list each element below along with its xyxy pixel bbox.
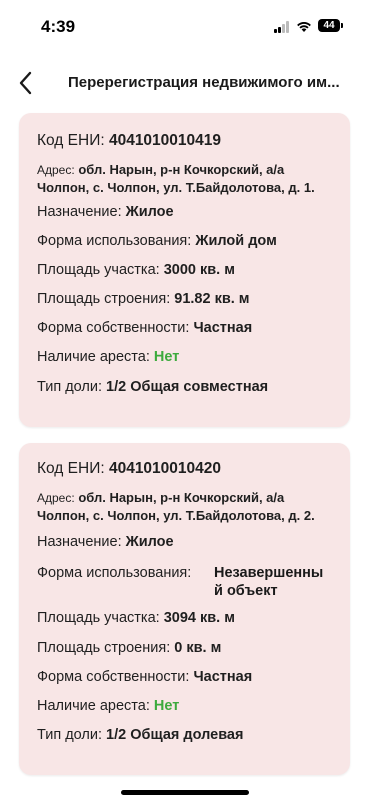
land-area-value: 3000 кв. м [163,262,235,278]
arrest-label: Наличие ареста: [37,698,150,714]
code-value: 4041010010420 [108,460,222,477]
code-value: 4041010010419 [108,132,222,149]
usage-value: Незавершенный объект [214,565,324,599]
share-label: Тип доли: [37,379,102,395]
property-card[interactable]: Код ЕНИ: 4041010010419 Адрес: обл. Нарын… [19,113,350,427]
purpose-row: Назначение: Жилое [37,534,174,550]
purpose-row: Назначение: Жилое [37,204,174,220]
back-chevron-icon[interactable] [14,68,40,98]
code-row: Код ЕНИ: 4041010010419 [37,132,221,150]
arrest-row: Наличие ареста: Нет [37,349,179,365]
usage-label: Форма использования: [37,565,192,581]
code-row: Код ЕНИ: 4041010010420 [37,460,221,478]
status-time: 4:39 [41,17,76,36]
land-area-label: Площадь участка: [37,262,160,278]
ownership-row: Форма собственности: Частная [37,669,252,685]
page-title: Перерегистрация недвижимого им... [68,74,340,91]
purpose-label: Назначение: [37,204,122,220]
address-label: Адрес: [37,491,75,505]
building-area-row: Площадь строения: 91.82 кв. м [37,291,250,307]
building-area-label: Площадь строения: [37,640,171,656]
usage-label: Форма использования: [37,233,192,249]
ownership-label: Форма собственности: [37,669,190,685]
share-row: Тип доли: 1/2 Общая долевая [37,727,243,743]
arrest-value: Нет [153,349,180,365]
share-row: Тип доли: 1/2 Общая совместная [37,379,268,395]
usage-row: Форма использования: Жилой дом [37,233,277,249]
purpose-label: Назначение: [37,534,122,550]
address-value: обл. Нарын, р-н Кочкорский, а/а Чолпон, … [37,490,315,523]
battery-cap [341,23,343,28]
code-label: Код ЕНИ: [37,132,105,149]
cellular-signal-icon [274,21,291,33]
share-value: 1/2 Общая совместная [106,379,269,395]
status-bar: 4:39 44 [0,0,370,54]
share-label: Тип доли: [37,727,102,743]
usage-row: Форма использования: [37,565,191,581]
building-area-label: Площадь строения: [37,291,171,307]
building-area-value: 91.82 кв. м [174,291,250,307]
battery-icon: 44 [318,19,340,32]
wifi-icon [297,22,311,32]
ownership-row: Форма собственности: Частная [37,320,252,336]
land-area-value: 3094 кв. м [163,610,235,626]
address-label: Адрес: [37,163,75,177]
property-card[interactable]: Код ЕНИ: 4041010010420 Адрес: обл. Нарын… [19,443,350,775]
usage-value: Жилой дом [195,233,277,249]
home-indicator[interactable] [121,790,249,795]
arrest-row: Наличие ареста: Нет [37,698,179,714]
purpose-value: Жилое [125,534,174,550]
purpose-value: Жилое [125,204,174,220]
address-row: Адрес: обл. Нарын, р-н Кочкорский, а/а Ч… [37,161,337,197]
ownership-value: Частная [193,320,253,336]
building-area-row: Площадь строения: 0 кв. м [37,640,221,656]
code-label: Код ЕНИ: [37,460,105,477]
share-value: 1/2 Общая долевая [106,727,244,743]
address-value: обл. Нарын, р-н Кочкорский, а/а Чолпон, … [37,162,315,195]
land-area-label: Площадь участка: [37,610,160,626]
ownership-value: Частная [193,669,253,685]
arrest-label: Наличие ареста: [37,349,150,365]
building-area-value: 0 кв. м [174,640,222,656]
land-area-row: Площадь участка: 3094 кв. м [37,610,235,626]
address-row: Адрес: обл. Нарын, р-н Кочкорский, а/а Ч… [37,489,337,525]
land-area-row: Площадь участка: 3000 кв. м [37,262,235,278]
arrest-value: Нет [153,698,180,714]
ownership-label: Форма собственности: [37,320,190,336]
nav-bar: Перерегистрация недвижимого им... [0,60,370,106]
